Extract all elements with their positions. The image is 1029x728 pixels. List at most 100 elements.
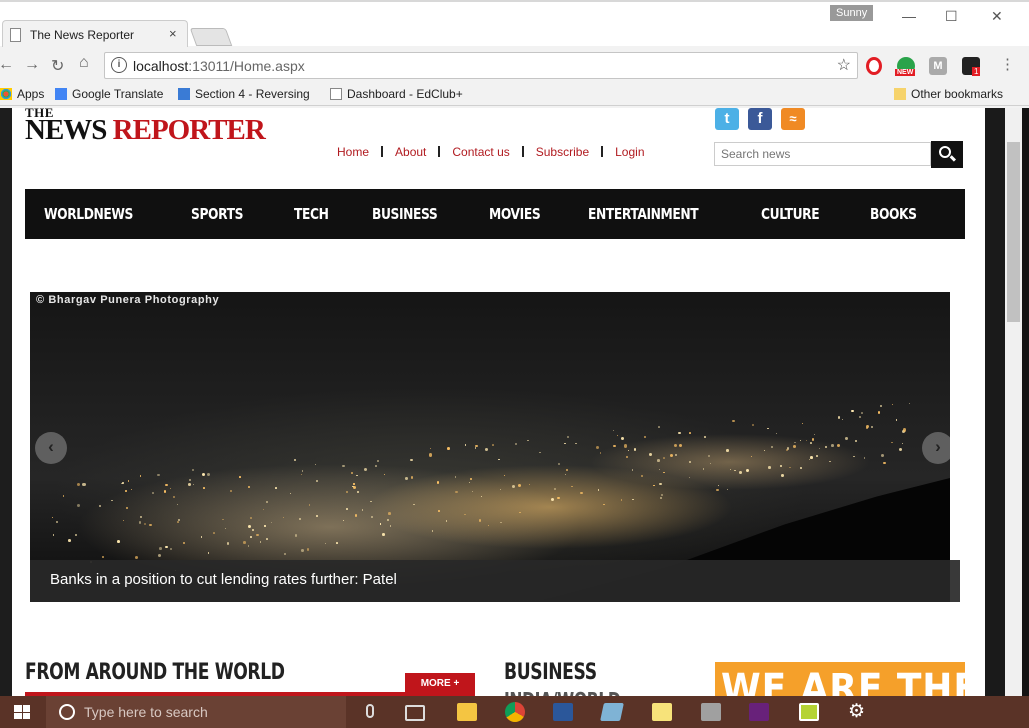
publisher-icon[interactable] bbox=[799, 703, 819, 721]
hero-slider[interactable]: © Bhargav Punera Photography ‹ › bbox=[30, 292, 950, 602]
bookmark-section-4[interactable]: Section 4 - Reversing bbox=[178, 87, 310, 101]
url-text: localhost:13011/Home.aspx bbox=[133, 58, 305, 74]
taskbar-search-box[interactable]: Type here to search bbox=[46, 696, 374, 728]
extension-icon[interactable]: 1 bbox=[962, 57, 981, 76]
page-viewport: THE NEWS REPORTER t f ≈ Home About Contact… bbox=[0, 108, 1029, 696]
city-light bbox=[571, 486, 573, 488]
chrome-menu-icon[interactable]: ⋮ bbox=[1000, 55, 1015, 73]
main-nav-tech[interactable]: TECH bbox=[294, 205, 329, 223]
settings-icon[interactable]: ⚙ bbox=[848, 702, 868, 721]
file-explorer-icon[interactable] bbox=[457, 703, 477, 721]
task-view-icon[interactable] bbox=[405, 705, 425, 721]
city-light bbox=[499, 521, 502, 524]
city-light bbox=[475, 444, 478, 448]
address-bar[interactable]: i localhost:13011/Home.aspx ☆ bbox=[104, 52, 858, 79]
city-light bbox=[891, 403, 894, 406]
nav-login-link[interactable]: Login bbox=[615, 145, 644, 159]
m-extension-icon[interactable]: M bbox=[929, 57, 947, 75]
new-tab-button[interactable] bbox=[189, 28, 233, 46]
city-light bbox=[492, 443, 495, 446]
slider-next-arrow-icon[interactable]: › bbox=[922, 432, 950, 464]
main-nav-sports[interactable]: SPORTS bbox=[191, 205, 243, 223]
chrome-icon[interactable] bbox=[505, 702, 525, 722]
city-light bbox=[479, 519, 482, 522]
notes-icon[interactable] bbox=[600, 703, 624, 721]
city-light bbox=[149, 523, 152, 527]
nav-contact-link[interactable]: Contact us bbox=[452, 145, 509, 159]
visual-studio-icon[interactable] bbox=[749, 703, 769, 721]
city-light bbox=[621, 437, 625, 441]
city-light bbox=[139, 475, 142, 477]
word-icon[interactable] bbox=[553, 703, 573, 721]
nav-about-link[interactable]: About bbox=[395, 145, 426, 159]
site-page: THE NEWS REPORTER t f ≈ Home About Contact… bbox=[12, 108, 985, 696]
tab-close-icon[interactable]: × bbox=[169, 26, 177, 41]
city-light bbox=[627, 449, 630, 452]
minimize-icon[interactable]: — bbox=[902, 8, 916, 24]
apps-bookmark[interactable]: Apps bbox=[0, 87, 44, 101]
city-light bbox=[301, 473, 303, 475]
back-icon[interactable]: ← bbox=[0, 56, 14, 74]
city-light bbox=[603, 503, 605, 505]
main-nav-business[interactable]: BUSINESS bbox=[372, 205, 438, 223]
window-close-icon[interactable]: ✕ bbox=[991, 8, 1003, 25]
forward-icon[interactable]: → bbox=[24, 56, 40, 74]
scrollbar-thumb[interactable] bbox=[1007, 142, 1020, 322]
city-light bbox=[138, 521, 142, 524]
info-icon[interactable]: i bbox=[111, 57, 127, 73]
search-button[interactable] bbox=[931, 141, 963, 168]
city-light bbox=[301, 549, 304, 552]
main-nav-worldnews[interactable]: WORLDNEWS bbox=[44, 205, 133, 223]
slider-prev-arrow-icon[interactable]: ‹ bbox=[35, 432, 67, 464]
twitter-icon[interactable]: t bbox=[715, 108, 739, 130]
city-light bbox=[794, 441, 797, 444]
search-input[interactable] bbox=[714, 142, 931, 166]
city-light bbox=[800, 466, 803, 469]
main-nav-movies[interactable]: MOVIES bbox=[489, 205, 541, 223]
city-light bbox=[653, 484, 655, 486]
city-light bbox=[383, 473, 386, 476]
bookmark-dashboard-edclub[interactable]: Dashboard - EdClub+ bbox=[330, 87, 463, 101]
city-light bbox=[455, 490, 458, 494]
scrollbar[interactable] bbox=[1005, 108, 1022, 696]
reload-icon[interactable]: ↻ bbox=[51, 56, 64, 76]
profile-badge[interactable]: Sunny bbox=[830, 5, 874, 21]
city-light bbox=[659, 482, 662, 486]
main-nav-books[interactable]: BOOKS bbox=[870, 205, 917, 223]
main-nav-classifieds[interactable]: CLASSIFIEDS bbox=[965, 205, 985, 223]
nav-divider bbox=[601, 146, 604, 157]
city-light bbox=[265, 501, 268, 504]
city-light bbox=[335, 542, 338, 545]
city-light bbox=[432, 530, 434, 532]
microphone-icon[interactable] bbox=[366, 704, 374, 718]
maximize-icon[interactable]: ☐ bbox=[945, 8, 958, 25]
tab-news-reporter[interactable]: The News Reporter × bbox=[2, 20, 188, 50]
city-light bbox=[902, 428, 906, 432]
city-light bbox=[660, 494, 663, 497]
city-light bbox=[438, 510, 440, 513]
city-light bbox=[464, 444, 467, 446]
main-nav-entertainment[interactable]: ENTERTAINMENT bbox=[588, 205, 699, 223]
nav-subscribe-link[interactable]: Subscribe bbox=[536, 145, 589, 159]
other-bookmarks[interactable]: Other bookmarks bbox=[894, 87, 1003, 101]
city-light bbox=[663, 457, 665, 459]
home-icon[interactable]: ⌂ bbox=[79, 54, 89, 72]
city-light bbox=[810, 456, 813, 459]
bookmark-google-translate[interactable]: Google Translate bbox=[55, 87, 163, 101]
windows-start-icon[interactable] bbox=[14, 705, 31, 720]
search-icon-handle bbox=[949, 155, 957, 162]
city-light bbox=[732, 419, 735, 423]
facebook-icon[interactable]: f bbox=[748, 108, 772, 130]
grammarly-icon[interactable]: NEW bbox=[895, 57, 916, 76]
main-nav-culture[interactable]: CULTURE bbox=[761, 205, 820, 223]
promo-banner[interactable]: WE ARE THE bbox=[715, 662, 965, 696]
bookmark-star-icon[interactable]: ☆ bbox=[837, 55, 851, 75]
sticky-notes-icon[interactable] bbox=[652, 703, 672, 721]
slider-caption[interactable]: Banks in a position to cut lending rates… bbox=[30, 560, 960, 602]
city-light bbox=[688, 476, 691, 479]
city-light bbox=[632, 498, 634, 501]
opera-icon[interactable] bbox=[866, 57, 882, 75]
tools-icon[interactable] bbox=[701, 703, 721, 721]
nav-home-link[interactable]: Home bbox=[337, 145, 369, 159]
rss-icon[interactable]: ≈ bbox=[781, 108, 805, 130]
